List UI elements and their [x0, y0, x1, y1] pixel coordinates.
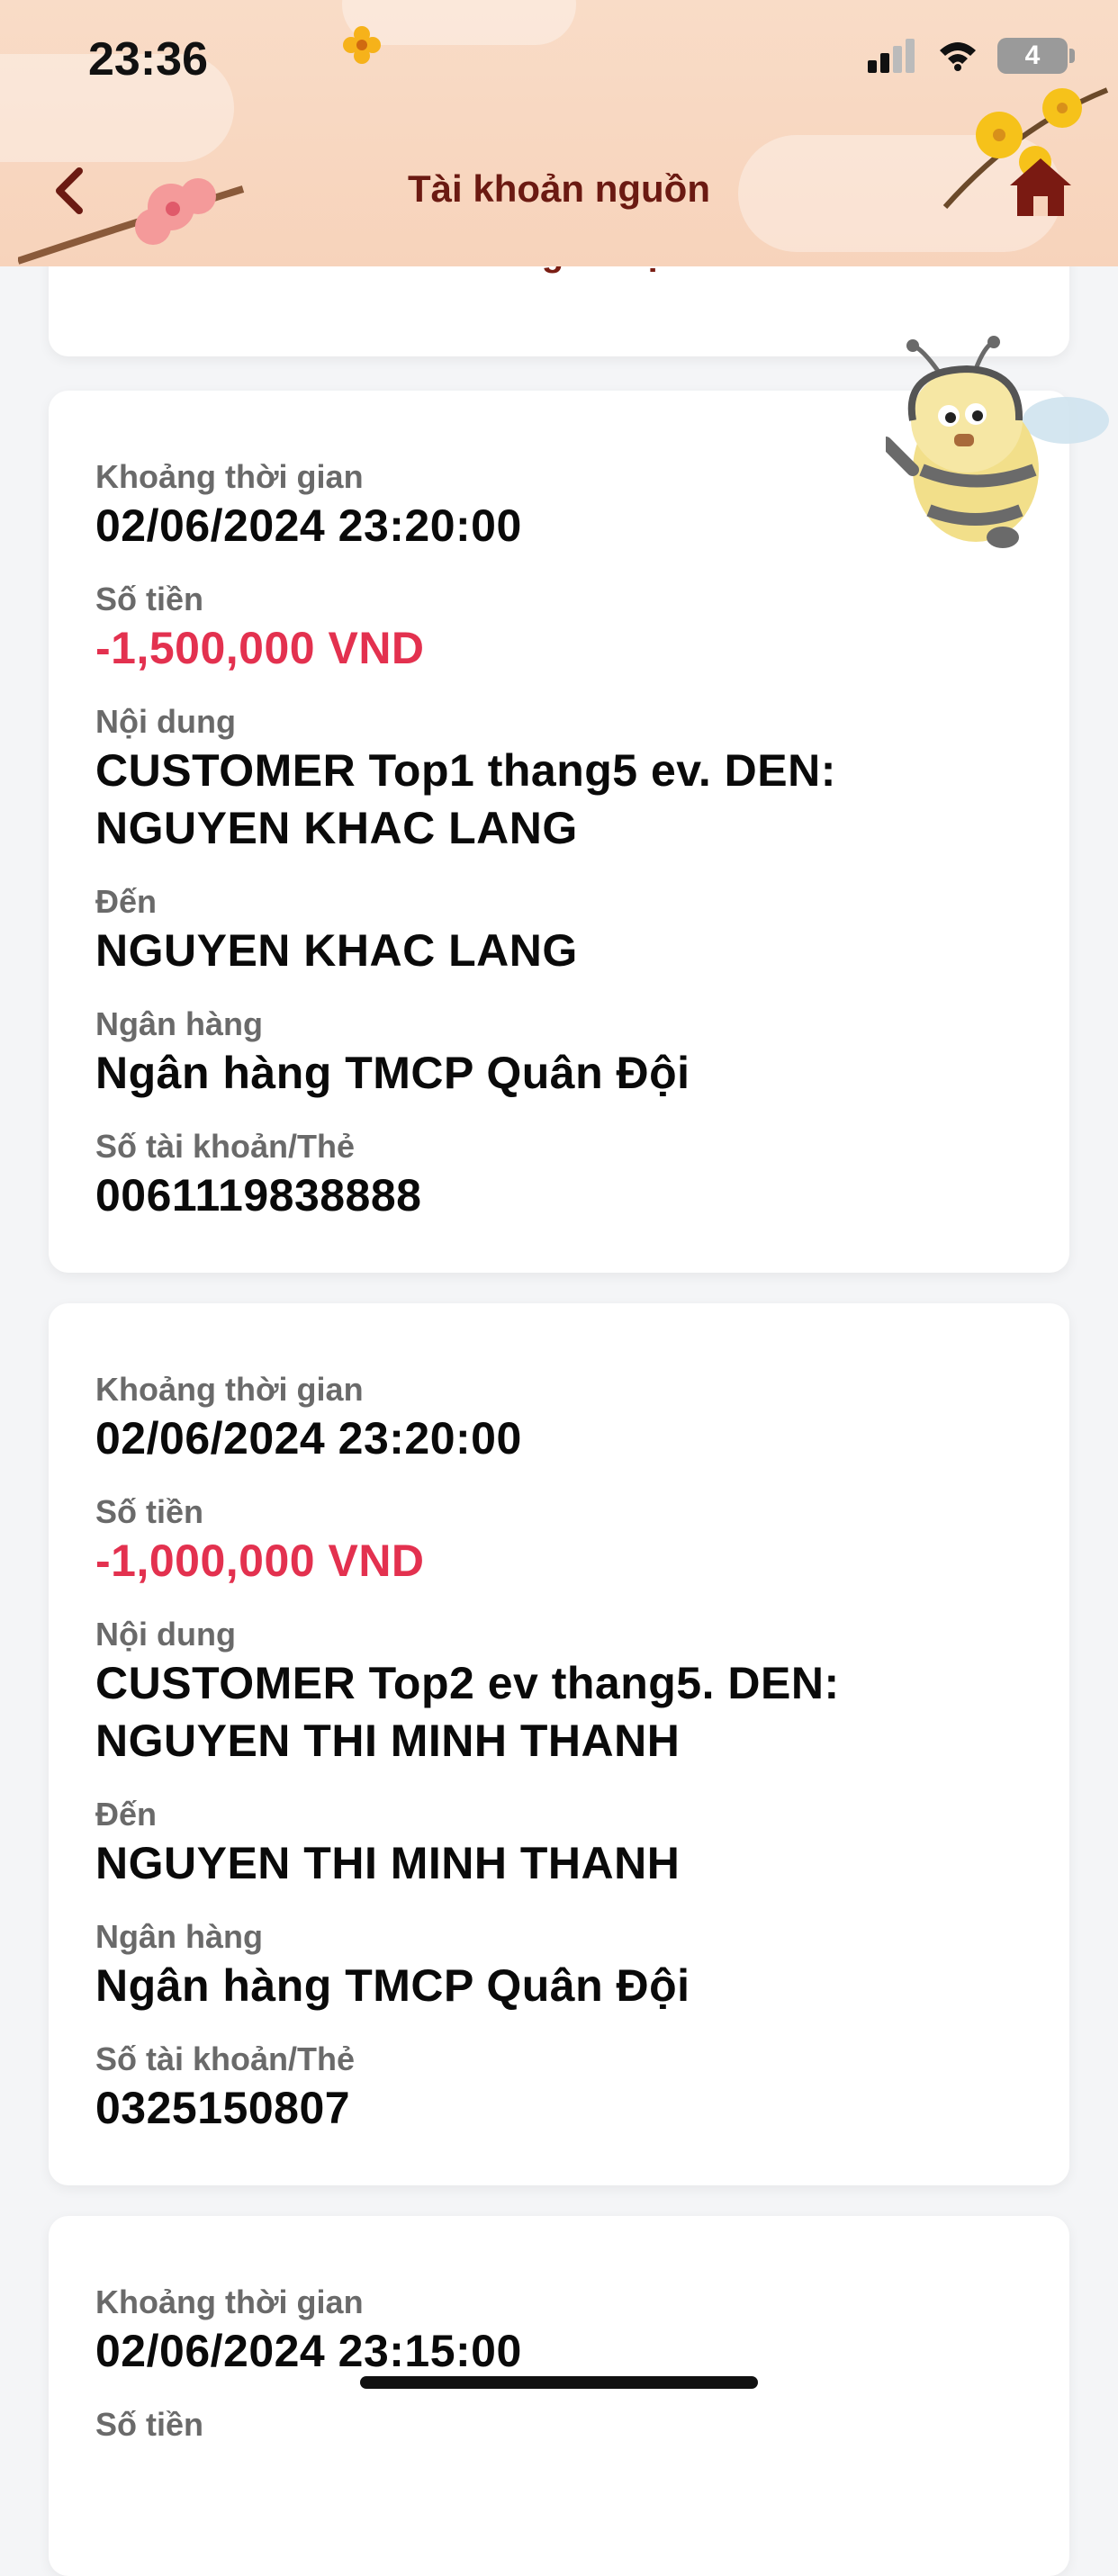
- wifi-icon: [940, 42, 976, 71]
- bank-field: Ngân hàng Ngân hàng TMCP Quân Đội: [95, 1917, 1033, 2014]
- account-label: Số tài khoản/Thẻ: [95, 1128, 356, 1165]
- time-value: 02/06/2024 23:15:00: [95, 2326, 522, 2376]
- amount-label: Số tiền: [95, 581, 204, 617]
- recipient-label: Đến: [95, 1796, 158, 1833]
- amount-value: -1,000,000 VND: [95, 1536, 425, 1586]
- time-label: Khoảng thời gian: [95, 2283, 364, 2320]
- small-flower-icon: [343, 26, 381, 64]
- time-label: Khoảng thời gian: [95, 1371, 364, 1408]
- time-field: Khoảng thời gian 02/06/2024 23:20:00: [95, 1370, 1033, 1467]
- content-value-line1: CUSTOMER Top1 thang5 ev. DEN:: [95, 745, 836, 796]
- status-icons: 4: [868, 38, 1075, 74]
- content-value-line2: NGUYEN KHAC LANG: [95, 803, 578, 853]
- account-value: 0061119838888: [95, 1170, 422, 1220]
- content-label: Nội dung: [95, 1616, 236, 1653]
- home-icon[interactable]: [1008, 155, 1073, 220]
- account-label: Số tài khoản/Thẻ: [95, 2040, 356, 2077]
- recipient-field: Đến NGUYEN KHAC LANG: [95, 882, 1033, 979]
- recipient-value: NGUYEN KHAC LANG: [95, 925, 578, 976]
- recipient-label: Đến: [95, 883, 158, 920]
- content-value-line1: CUSTOMER Top2 ev thang5. DEN:: [95, 1658, 840, 1708]
- status-time: 23:36: [88, 33, 208, 86]
- transaction-card: Khoảng thời gian 02/06/2024 23:15:00 Số …: [49, 2216, 1069, 2576]
- account-field: Số tài khoản/Thẻ 0325150807: [95, 2040, 1033, 2137]
- bank-label: Ngân hàng: [95, 1918, 263, 1955]
- recipient-value: NGUYEN THI MINH THANH: [95, 1838, 681, 1888]
- bank-field: Ngân hàng Ngân hàng TMCP Quân Đội: [95, 1004, 1033, 1102]
- content-value-line2: NGUYEN THI MINH THANH: [95, 1716, 681, 1766]
- content-label: Nội dung: [95, 703, 236, 740]
- bank-value: Ngân hàng TMCP Quân Đội: [95, 1048, 690, 1098]
- battery-icon: 4: [997, 38, 1075, 74]
- amount-field: Số tiền: [95, 2405, 1033, 2445]
- account-field: Số tài khoản/Thẻ 0061119838888: [95, 1127, 1033, 1224]
- transaction-card: Khoảng thời gian 02/06/2024 23:20:00 Số …: [49, 1303, 1069, 2185]
- amount-field: Số tiền -1,500,000 VND: [95, 580, 1033, 677]
- amount-field: Số tiền -1,000,000 VND: [95, 1492, 1033, 1590]
- bee-assistant-icon[interactable]: [886, 335, 1111, 560]
- cellular-signal-icon: [868, 39, 918, 73]
- content-field: Nội dung CUSTOMER Top1 thang5 ev. DEN: N…: [95, 702, 1033, 857]
- time-value: 02/06/2024 23:20:00: [95, 1413, 522, 1464]
- recipient-field: Đến NGUYEN THI MINH THANH: [95, 1795, 1033, 1892]
- amount-label: Số tiền: [95, 2406, 204, 2443]
- bank-label: Ngân hàng: [95, 1005, 263, 1042]
- app-header: 23:36 4 Tài khoản nguồn: [0, 0, 1118, 266]
- page-title: Tài khoản nguồn: [408, 167, 710, 210]
- content-field: Nội dung CUSTOMER Top2 ev thang5. DEN: N…: [95, 1615, 1033, 1770]
- account-value: 0325150807: [95, 2083, 351, 2133]
- time-field: Khoảng thời gian 02/06/2024 23:15:00: [95, 2283, 1033, 2380]
- amount-label: Số tiền: [95, 1493, 204, 1530]
- home-indicator: [360, 2376, 758, 2389]
- bank-value: Ngân hàng TMCP Quân Đội: [95, 1960, 690, 2011]
- amount-value: -1,500,000 VND: [95, 623, 425, 673]
